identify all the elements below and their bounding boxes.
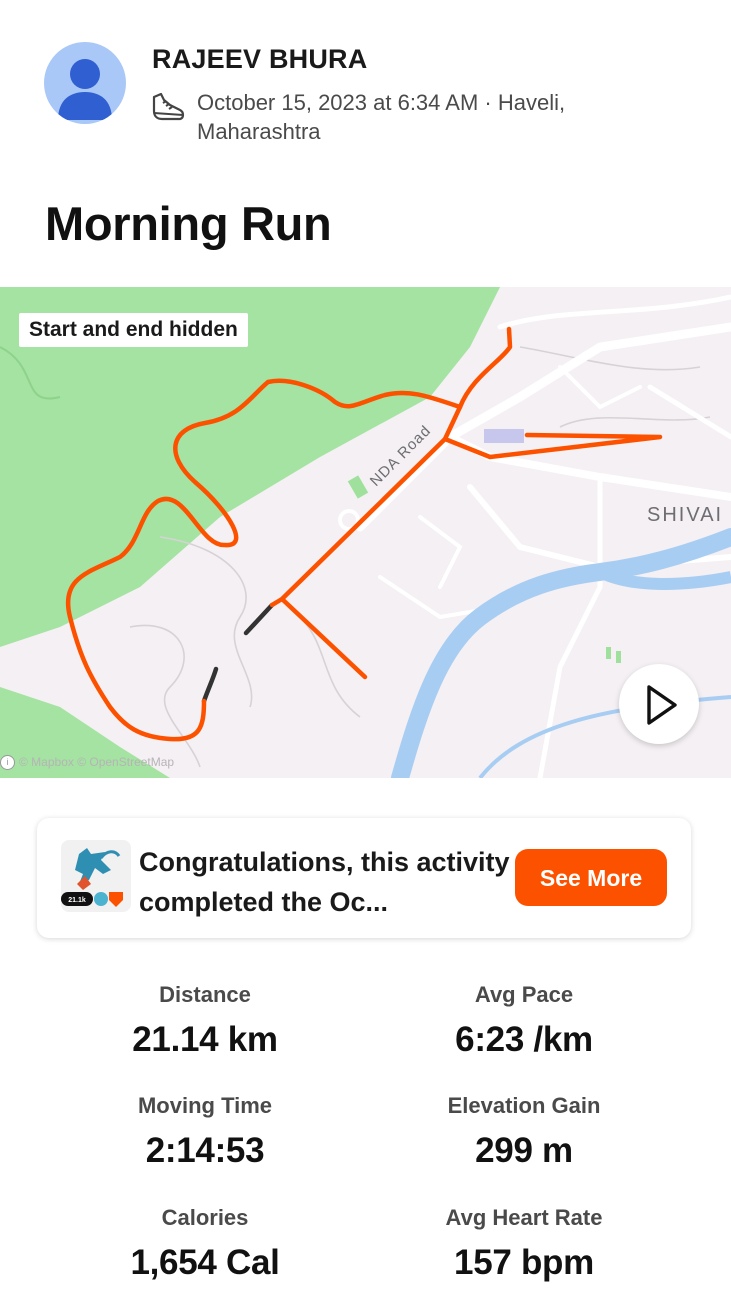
stat-value: 157 bpm bbox=[454, 1243, 594, 1282]
stat-avg-heart-rate: Avg Heart Rate 157 bpm bbox=[374, 1203, 674, 1283]
stat-label: Elevation Gain bbox=[447, 1093, 601, 1118]
attribution-text: © Mapbox © OpenStreetMap bbox=[19, 755, 175, 769]
athlete-name[interactable]: RAJEEV BHURA bbox=[152, 44, 367, 75]
challenge-badge-icon: 21.1k bbox=[61, 840, 131, 912]
stat-value: 1,654 Cal bbox=[130, 1243, 280, 1282]
map-attribution[interactable]: i © Mapbox © OpenStreetMap bbox=[0, 755, 175, 771]
stat-avg-pace: Avg Pace 6:23 /km bbox=[374, 980, 674, 1060]
hidden-route-segment bbox=[201, 666, 219, 704]
avatar[interactable] bbox=[44, 42, 126, 124]
route-line bbox=[279, 596, 368, 680]
stat-value: 21.14 km bbox=[132, 1020, 278, 1059]
play-icon bbox=[647, 685, 677, 725]
challenge-text: Congratulations, this activity completed… bbox=[139, 847, 510, 917]
stat-value: 6:23 /km bbox=[455, 1020, 593, 1059]
challenge-card[interactable]: 21.1k Congratulations, this activity com… bbox=[37, 818, 691, 938]
see-more-button[interactable]: See More bbox=[515, 849, 667, 906]
hidden-route-segment bbox=[243, 602, 275, 636]
play-flyover-button[interactable] bbox=[619, 664, 699, 744]
stat-label: Distance bbox=[159, 982, 251, 1007]
svg-text:21.1k: 21.1k bbox=[68, 897, 86, 904]
stat-label: Moving Time bbox=[137, 1093, 273, 1118]
route-line bbox=[442, 432, 663, 460]
stat-moving-time: Moving Time 2:14:53 bbox=[55, 1091, 355, 1171]
running-shoe-icon bbox=[152, 92, 185, 121]
stat-calories: Calories 1,654 Cal bbox=[55, 1203, 355, 1283]
user-silhouette-icon bbox=[58, 59, 112, 120]
privacy-label: Start and end hidden bbox=[19, 313, 248, 347]
activity-page: RAJEEV BHURA October 15, 2023 at 6:34 AM… bbox=[0, 0, 731, 1307]
stat-distance: Distance 21.14 km bbox=[55, 980, 355, 1060]
activity-title: Morning Run bbox=[45, 197, 332, 250]
stat-value: 299 m bbox=[475, 1131, 573, 1170]
river-branch bbox=[597, 566, 731, 590]
info-icon[interactable]: i bbox=[0, 755, 15, 771]
stat-label: Avg Pace bbox=[474, 982, 574, 1007]
map-place-label: SHIVAI bbox=[647, 504, 724, 526]
stat-value: 2:14:53 bbox=[145, 1131, 265, 1170]
stat-elevation-gain: Elevation Gain 299 m bbox=[374, 1091, 674, 1171]
date-location: October 15, 2023 at 6:34 AM · Haveli, Ma… bbox=[197, 90, 566, 144]
stat-label: Avg Heart Rate bbox=[445, 1205, 603, 1230]
stat-label: Calories bbox=[161, 1205, 249, 1230]
